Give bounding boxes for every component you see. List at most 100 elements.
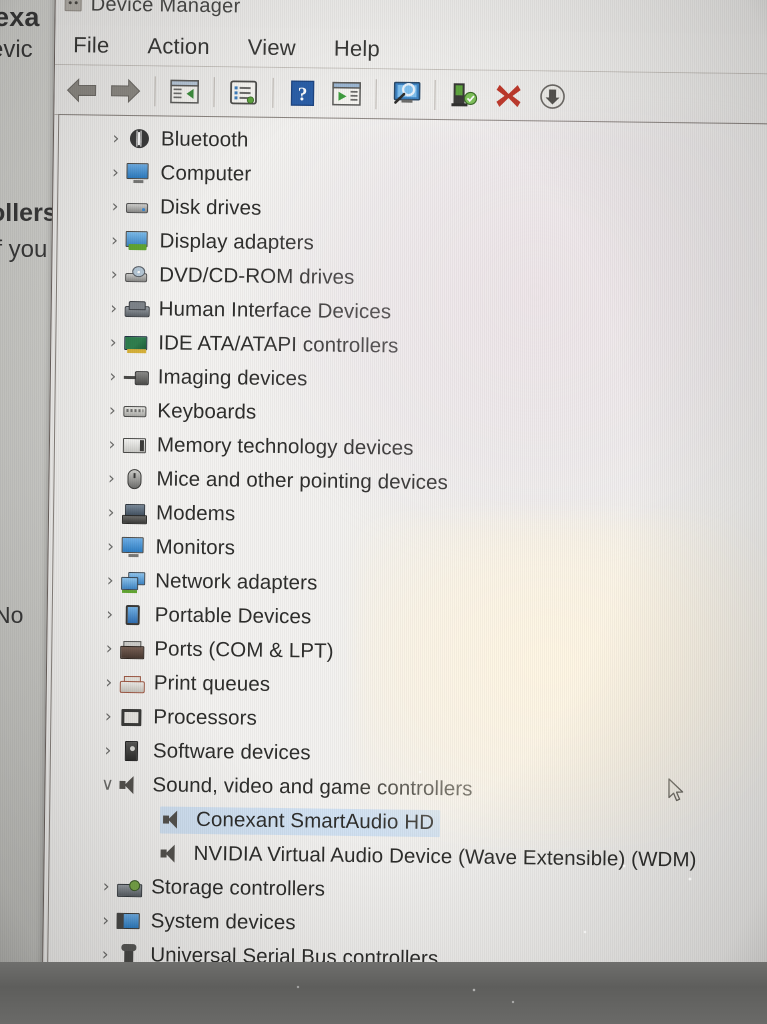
display-adapter-icon xyxy=(125,230,149,252)
processor-icon xyxy=(119,706,143,728)
forward-button[interactable] xyxy=(106,71,144,109)
properties-button[interactable] xyxy=(224,73,262,111)
tree-node-label: Modems xyxy=(155,501,236,526)
selection-highlight: Conexant SmartAudio HD xyxy=(159,805,441,837)
console-tree-icon xyxy=(170,79,199,104)
menu-action[interactable]: Action xyxy=(143,32,214,61)
background-text-evic: evic xyxy=(0,36,33,63)
menu-view[interactable]: View xyxy=(244,33,300,62)
uninstall-red-x-icon xyxy=(496,84,521,107)
back-arrow-icon xyxy=(66,77,97,103)
svg-text:?: ? xyxy=(298,84,308,105)
chevron-right-icon[interactable]: › xyxy=(103,298,125,318)
storage-controller-icon xyxy=(117,876,141,898)
chevron-right-icon[interactable]: › xyxy=(101,434,123,454)
tree-node-label: Display adapters xyxy=(159,229,315,255)
dvd-drive-icon xyxy=(125,264,149,286)
disk-drive-icon xyxy=(125,196,150,218)
tree-node-label: Software devices xyxy=(152,739,311,765)
keyboard-icon xyxy=(123,400,147,422)
toolbar-separator xyxy=(272,77,274,108)
chevron-right-icon[interactable]: › xyxy=(97,706,119,726)
tree-node-label: Processors xyxy=(153,705,258,730)
chevron-right-icon[interactable]: › xyxy=(100,468,122,488)
chevron-right-icon[interactable]: › xyxy=(100,502,122,522)
chevron-right-icon[interactable]: › xyxy=(95,910,117,930)
enable-device-button[interactable] xyxy=(445,76,483,114)
window-title: Device Manager xyxy=(90,0,241,17)
tree-node-label: Ports (COM & LPT) xyxy=(154,637,334,663)
chevron-right-icon[interactable]: › xyxy=(103,264,125,284)
tree-node-label: Human Interface Devices xyxy=(158,297,392,324)
menu-file[interactable]: File xyxy=(69,31,114,60)
toolbar-separator xyxy=(154,75,156,106)
tree-node-label: Disk drives xyxy=(159,195,262,220)
tree-node-label: Bluetooth xyxy=(160,127,249,152)
forward-arrow-icon xyxy=(111,78,141,103)
ports-icon xyxy=(120,638,144,660)
sound-device-icon xyxy=(159,842,183,864)
tree-node-label: NVIDIA Virtual Audio Device (Wave Extens… xyxy=(193,841,697,872)
chevron-right-icon[interactable]: › xyxy=(97,740,119,760)
chevron-right-icon[interactable]: › xyxy=(104,196,126,216)
tree-node-label: Memory technology devices xyxy=(156,433,414,460)
chevron-right-icon[interactable]: › xyxy=(95,876,117,896)
background-text-no: No xyxy=(0,602,24,628)
bluetooth-icon xyxy=(127,128,151,150)
disable-device-button[interactable] xyxy=(533,77,571,115)
chevron-right-icon[interactable]: › xyxy=(100,536,122,556)
tree-node-label: Keyboards xyxy=(157,399,257,424)
chevron-down-icon[interactable]: ∨ xyxy=(96,774,118,794)
chevron-right-icon[interactable]: › xyxy=(99,570,121,590)
tree-node-label: Print queues xyxy=(153,671,271,696)
tree-node-label: Sound, video and game controllers xyxy=(152,773,473,801)
tree-node-label: IDE ATA/ATAPI controllers xyxy=(158,331,399,358)
help-button[interactable]: ? xyxy=(283,74,321,112)
update-driver-icon xyxy=(332,81,361,106)
properties-icon xyxy=(230,79,258,105)
chevron-right-icon[interactable]: › xyxy=(101,400,123,420)
system-device-icon xyxy=(116,910,141,932)
enable-device-icon xyxy=(451,82,478,106)
menu-help[interactable]: Help xyxy=(330,34,384,63)
back-button[interactable] xyxy=(62,71,100,109)
update-driver-button[interactable] xyxy=(327,74,365,112)
tree-node-label: Mice and other pointing devices xyxy=(156,467,449,495)
scan-hardware-button[interactable] xyxy=(386,75,424,113)
disable-device-down-arrow-icon xyxy=(540,83,565,109)
sound-device-icon xyxy=(162,808,186,830)
chevron-right-icon[interactable]: › xyxy=(102,332,124,352)
tree-node-label: Portable Devices xyxy=(154,603,312,629)
sound-controller-icon xyxy=(118,774,142,796)
chevron-right-icon[interactable]: › xyxy=(98,672,120,692)
device-manager-icon xyxy=(64,0,82,12)
tree-node-label: Computer xyxy=(160,161,252,186)
device-tree-panel[interactable]: › Bluetooth › Computer › Disk drives › D… xyxy=(47,114,767,972)
show-hide-console-tree-button[interactable] xyxy=(165,72,203,110)
chevron-right-icon[interactable]: › xyxy=(99,604,121,624)
toolbar-separator xyxy=(213,76,215,107)
device-manager-window: Device Manager File Action View Help ? ›… xyxy=(42,0,767,982)
print-queue-icon xyxy=(120,672,144,694)
chevron-right-icon[interactable]: › xyxy=(102,366,124,386)
memory-device-icon xyxy=(122,434,147,456)
tree-node-label: Storage controllers xyxy=(151,875,326,901)
modem-icon xyxy=(122,502,146,524)
chevron-right-icon[interactable]: › xyxy=(104,162,126,182)
network-adapter-icon xyxy=(121,570,145,592)
chevron-right-icon[interactable]: › xyxy=(94,944,116,964)
chevron-right-icon[interactable]: › xyxy=(98,638,120,658)
chevron-right-icon[interactable]: › xyxy=(105,128,127,148)
software-device-icon xyxy=(119,740,143,762)
background-text-exa: exa xyxy=(0,2,40,32)
imaging-device-icon xyxy=(124,366,148,388)
chevron-right-icon[interactable]: › xyxy=(104,230,126,250)
tree-node-label: System devices xyxy=(150,909,296,935)
tree-node-label: Network adapters xyxy=(155,569,318,595)
uninstall-device-button[interactable] xyxy=(489,76,527,114)
help-question-icon: ? xyxy=(290,79,315,106)
toolbar-separator xyxy=(434,79,436,110)
monitor-icon xyxy=(121,536,145,558)
background-text-ifyou: if you xyxy=(0,236,48,263)
scan-hardware-changes-icon xyxy=(393,81,421,104)
